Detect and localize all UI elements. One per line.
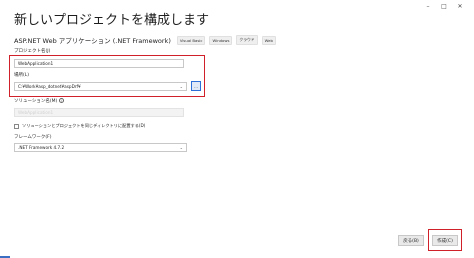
- framework-value: .NET Framework 4.7.2: [18, 145, 65, 150]
- chevron-down-icon[interactable]: ⌄: [180, 84, 183, 89]
- location-value: C:¥Work¥asp_dotnet¥aspDrf¥: [18, 84, 81, 89]
- tag-web: Web: [261, 35, 276, 45]
- framework-select[interactable]: .NET Framework 4.7.2 ⌄: [14, 143, 187, 152]
- close-icon: ✕: [457, 2, 463, 10]
- create-button-label: 作成(C): [437, 238, 453, 244]
- back-button[interactable]: 戻る(B): [398, 235, 424, 246]
- same-directory-checkbox[interactable]: [14, 123, 19, 129]
- location-input[interactable]: C:¥Work¥asp_dotnet¥aspDrf¥ ⌄: [14, 82, 187, 91]
- maximize-button[interactable]: □: [436, 1, 452, 11]
- chevron-down-icon[interactable]: ⌄: [180, 145, 183, 150]
- template-name: ASP.NET Web アプリケーション (.NET Framework): [14, 37, 171, 45]
- minimize-button[interactable]: –: [420, 1, 436, 11]
- solution-name-input: WebApplication1: [14, 108, 184, 117]
- browse-button[interactable]: ...: [191, 81, 201, 91]
- solution-name-label-text: ソリューション名(M): [14, 99, 58, 104]
- maximize-icon: □: [441, 2, 447, 10]
- tag-windows: Windows: [209, 35, 233, 45]
- solution-name-value: WebApplication1: [18, 110, 54, 115]
- template-row: ASP.NET Web アプリケーション (.NET Framework) Vi…: [14, 35, 276, 45]
- framework-label: フレームワーク(F): [14, 135, 52, 140]
- create-button[interactable]: 作成(C): [432, 235, 458, 246]
- browse-label: ...: [194, 83, 198, 89]
- same-directory-label: ソリューションとプロジェクトを同じディレクトリに配置する(D): [22, 123, 146, 128]
- project-name-value: WebApplication1: [18, 61, 54, 66]
- project-name-input[interactable]: WebApplication1: [14, 59, 184, 68]
- close-button[interactable]: ✕: [452, 1, 468, 11]
- same-directory-option[interactable]: ソリューションとプロジェクトを同じディレクトリに配置する(D): [14, 123, 145, 129]
- minimize-icon: –: [426, 2, 430, 10]
- configure-project-dialog: – □ ✕ 新しいプロジェクトを構成します ASP.NET Web アプリケーシ…: [0, 0, 474, 258]
- window-controls: – □ ✕: [420, 1, 468, 11]
- page-title: 新しいプロジェクトを構成します: [14, 13, 210, 28]
- info-icon[interactable]: i: [59, 98, 65, 103]
- project-name-label: プロジェクト名(J): [14, 49, 51, 54]
- tag-cloud: クラウド: [236, 35, 258, 45]
- location-label: 場所(L): [14, 73, 30, 78]
- tag-visual-basic: Visual Basic: [176, 35, 206, 45]
- solution-name-label: ソリューション名(M) i: [14, 98, 65, 104]
- back-button-label: 戻る(B): [403, 238, 419, 244]
